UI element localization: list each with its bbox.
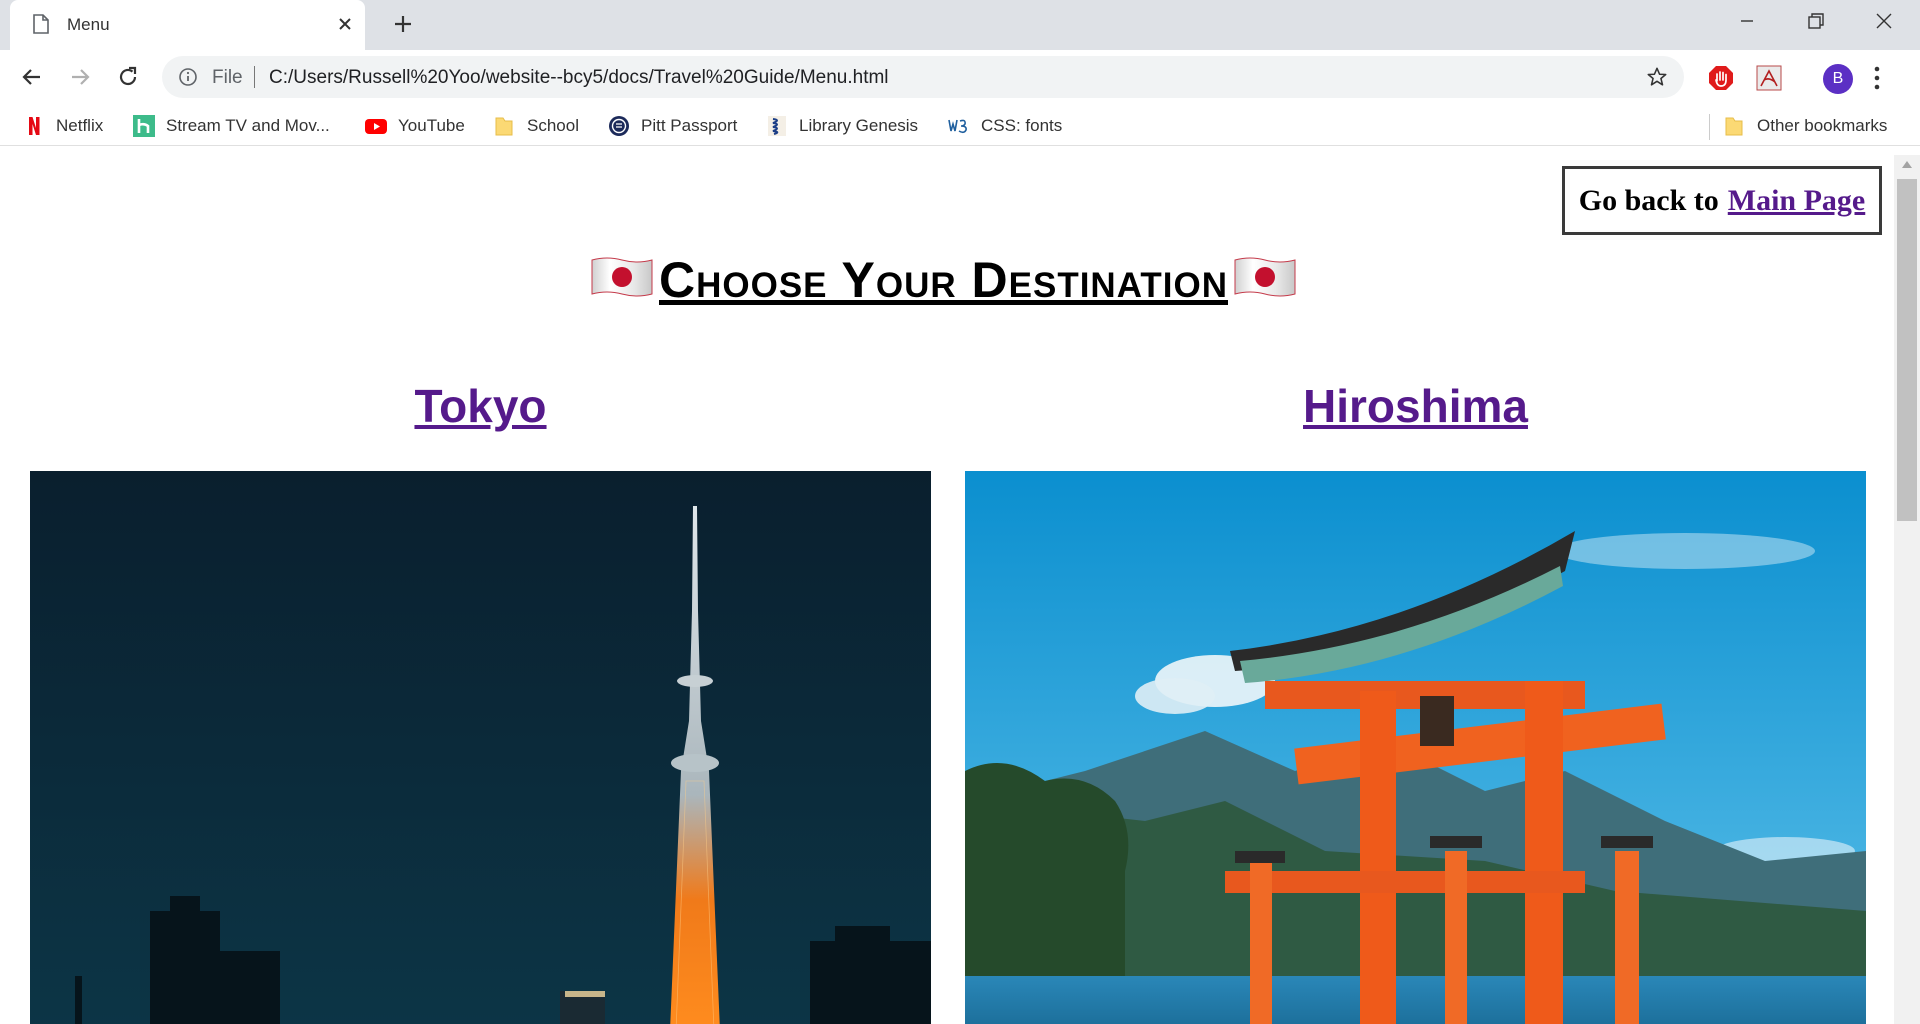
back-prefix-text: Go back to bbox=[1578, 183, 1719, 217]
youtube-icon bbox=[365, 119, 387, 134]
bookmark-label: Stream TV and Mov... bbox=[166, 116, 330, 135]
close-tab-icon[interactable] bbox=[336, 15, 354, 33]
destination-hiroshima-heading: Hiroshima bbox=[965, 379, 1866, 433]
bookmark-folder-school[interactable]: School bbox=[494, 114, 579, 138]
tokyo-photo[interactable] bbox=[30, 471, 931, 1024]
bookmark-label: Library Genesis bbox=[799, 116, 919, 135]
netflix-icon bbox=[29, 117, 40, 135]
japan-flag-icon bbox=[1234, 257, 1296, 297]
page-heading: Choose Your Destination bbox=[0, 249, 1887, 305]
scroll-up-arrow-icon[interactable] bbox=[1902, 161, 1912, 168]
bookmark-pitt-passport[interactable]: Pitt Passport bbox=[608, 114, 737, 138]
tab-strip: Menu bbox=[0, 0, 1920, 50]
tab-title: Menu bbox=[67, 15, 110, 34]
main-page-link[interactable]: Main Page bbox=[1728, 184, 1865, 218]
bookmark-folder-other[interactable]: Other bookmarks bbox=[1724, 114, 1887, 138]
hulu-icon bbox=[133, 115, 155, 137]
minimize-icon[interactable] bbox=[1736, 10, 1758, 32]
browser-tab-menu[interactable]: Menu bbox=[10, 0, 365, 50]
info-icon[interactable] bbox=[178, 67, 198, 87]
document-icon bbox=[33, 14, 49, 34]
more-menu-icon[interactable] bbox=[1872, 64, 1882, 92]
close-window-icon[interactable] bbox=[1873, 10, 1895, 32]
forward-arrow-icon[interactable] bbox=[67, 64, 93, 90]
bookmark-label: School bbox=[527, 116, 579, 135]
new-tab-icon[interactable] bbox=[392, 13, 414, 35]
bookmark-css-fonts[interactable]: CSS: fonts bbox=[948, 114, 1062, 138]
pdf-extension-icon[interactable] bbox=[1756, 65, 1782, 91]
folder-icon bbox=[495, 117, 513, 136]
tokyo-link[interactable]: Tokyo bbox=[414, 380, 546, 432]
bookmarks-divider bbox=[1709, 114, 1710, 140]
scroll-thumb[interactable] bbox=[1897, 179, 1917, 521]
address-bar[interactable]: File C:/Users/Russell%20Yoo/website--bcy… bbox=[162, 56, 1684, 98]
bookmark-netflix[interactable]: Netflix bbox=[23, 114, 103, 138]
back-to-main-box: Go back to Main Page bbox=[1562, 166, 1882, 235]
adblock-icon[interactable] bbox=[1708, 65, 1734, 91]
hiroshima-link[interactable]: Hiroshima bbox=[1303, 380, 1528, 432]
bookmark-label: CSS: fonts bbox=[981, 116, 1063, 135]
bookmark-hulu[interactable]: Stream TV and Mov... bbox=[133, 114, 330, 138]
browser-toolbar: File C:/Users/Russell%20Yoo/website--bcy… bbox=[0, 50, 1920, 106]
url-separator bbox=[254, 66, 255, 88]
pitt-icon bbox=[609, 116, 629, 136]
page-scrollbar[interactable] bbox=[1894, 155, 1920, 1024]
page-content: Go back to Main Page Choose Your Destina… bbox=[0, 147, 1887, 1024]
library-icon bbox=[768, 116, 786, 136]
url-text[interactable]: C:/Users/Russell%20Yoo/website--bcy5/doc… bbox=[269, 67, 889, 89]
bookmark-youtube[interactable]: YouTube bbox=[365, 114, 465, 138]
destination-tokyo-heading: Tokyo bbox=[30, 379, 931, 433]
page-title: Choose Your Destination bbox=[659, 252, 1228, 308]
japan-flag-icon bbox=[591, 257, 653, 297]
restore-icon[interactable] bbox=[1805, 10, 1827, 32]
folder-icon bbox=[1725, 117, 1743, 136]
bookmark-label: Netflix bbox=[56, 116, 104, 135]
bookmark-star-icon[interactable] bbox=[1646, 66, 1668, 88]
reload-icon[interactable] bbox=[115, 64, 141, 90]
bookmarks-bar: Netflix Stream TV and Mov... YouTube Sch… bbox=[0, 106, 1920, 146]
profile-avatar[interactable]: B bbox=[1823, 64, 1853, 94]
bookmark-label: YouTube bbox=[398, 116, 465, 135]
bookmark-label: Pitt Passport bbox=[641, 116, 738, 135]
tokyo-skytree-image bbox=[30, 471, 931, 1024]
bookmark-label: Other bookmarks bbox=[1757, 116, 1888, 135]
bookmark-library-genesis[interactable]: Library Genesis bbox=[766, 114, 918, 138]
back-arrow-icon[interactable] bbox=[19, 64, 45, 90]
url-scheme: File bbox=[212, 67, 243, 88]
itsukushima-torii-image bbox=[965, 471, 1866, 1024]
w3schools-icon bbox=[948, 119, 967, 134]
hiroshima-photo[interactable] bbox=[965, 471, 1866, 1024]
